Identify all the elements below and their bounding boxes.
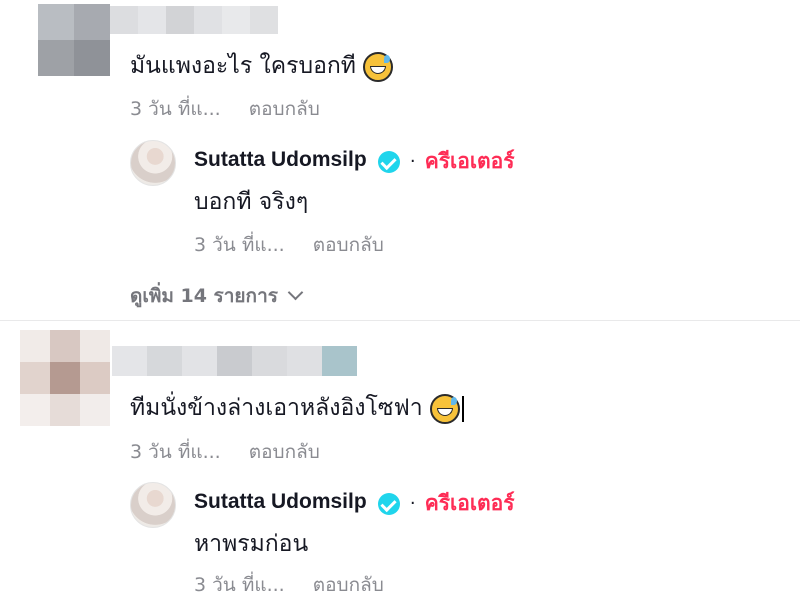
creator-avatar[interactable] [130, 482, 176, 528]
comment-meta: 3 วัน ที่แ... ตอบกลับ [130, 94, 320, 124]
author-name[interactable]: Sutatta Udomsilp [194, 490, 367, 513]
reply-meta: 3 วัน ที่แ... ตอบกลับ [194, 230, 384, 260]
sweat-smile-icon [429, 393, 460, 424]
comment-meta: 3 วัน ที่แ... ตอบกลับ [130, 437, 320, 467]
comment-text: ทีมนั่งข้างล่างเอาหลังอิงโซฟา [130, 390, 464, 426]
timestamp: 3 วัน ที่แ... [194, 234, 285, 256]
author-name[interactable]: Sutatta Udomsilp [194, 148, 367, 171]
reply-button[interactable]: ตอบกลับ [313, 574, 384, 596]
commenter-avatar-blurred[interactable] [38, 4, 110, 76]
commenter-name-blurred[interactable] [110, 6, 278, 34]
divider [0, 320, 800, 321]
reply-header: Sutatta Udomsilp · ครีเอเตอร์ [194, 145, 515, 178]
commenter-name-blurred[interactable] [112, 346, 357, 376]
creator-badge: ครีเอเตอร์ [424, 491, 515, 515]
text-cursor [461, 395, 464, 422]
reply-text: หาพรมก่อน [194, 531, 309, 557]
commenter-avatar-blurred[interactable] [20, 330, 110, 426]
timestamp: 3 วัน ที่แ... [130, 441, 221, 463]
comment-text: มันแพงอะไร ใครบอกที [130, 48, 394, 84]
reply-text: บอกที จริงๆ [194, 189, 309, 215]
reply-button[interactable]: ตอบกลับ [249, 98, 320, 120]
creator-avatar[interactable] [130, 140, 176, 186]
reply-button[interactable]: ตอบกลับ [249, 441, 320, 463]
verified-badge-icon [377, 150, 400, 173]
timestamp: 3 วัน ที่แ... [194, 574, 285, 596]
creator-badge: ครีเอเตอร์ [424, 149, 515, 173]
view-more-replies-button[interactable]: ดูเพิ่ม 14 รายการ [130, 281, 304, 311]
separator-dot: · [409, 151, 416, 172]
verified-badge-icon [377, 492, 400, 515]
timestamp: 3 วัน ที่แ... [130, 98, 221, 120]
separator-dot: · [409, 493, 416, 514]
reply-header: Sutatta Udomsilp · ครีเอเตอร์ [194, 487, 515, 520]
reply-meta: 3 วัน ที่แ... ตอบกลับ [194, 570, 384, 600]
reply-button[interactable]: ตอบกลับ [313, 234, 384, 256]
sweat-smile-icon [363, 51, 394, 82]
chevron-down-icon [287, 284, 304, 301]
